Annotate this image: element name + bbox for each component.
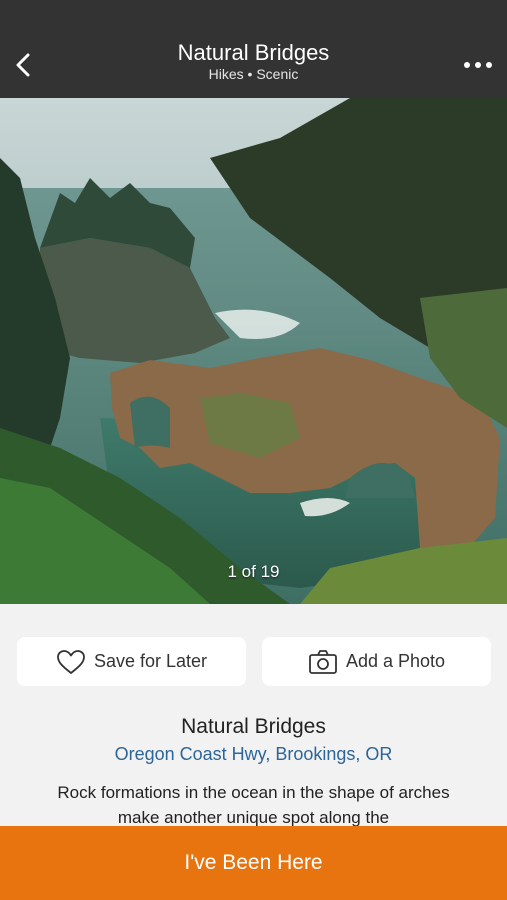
hero-photo-gallery[interactable]: 1 of 19 <box>0 98 507 604</box>
header-titles: Natural Bridges Hikes • Scenic <box>0 40 507 83</box>
more-horizontal-icon <box>464 62 492 68</box>
place-description: Rock formations in the ocean in the shap… <box>57 783 450 827</box>
hero-photo <box>0 98 507 604</box>
place-address-link[interactable]: Oregon Coast Hwy, Brookings, OR <box>0 742 507 766</box>
place-info: Natural Bridges Oregon Coast Hwy, Brooki… <box>0 712 507 830</box>
add-photo-button[interactable]: Add a Photo <box>262 637 491 686</box>
add-photo-label: Add a Photo <box>345 651 446 671</box>
top-nav-bar: Natural Bridges Hikes • Scenic <box>0 0 507 98</box>
page-title: Natural Bridges <box>177 40 330 65</box>
more-options-button[interactable] <box>463 55 493 75</box>
photo-counter: 1 of 19 <box>227 562 280 581</box>
page-subtitle: Hikes • Scenic <box>208 66 299 82</box>
been-here-button[interactable]: I've Been Here <box>0 826 507 900</box>
heart-outline-icon <box>57 649 85 674</box>
action-buttons-row: Save for Later Add a Photo <box>0 604 507 694</box>
been-here-label: I've Been Here <box>184 851 323 874</box>
save-for-later-button[interactable]: Save for Later <box>17 637 246 686</box>
camera-icon <box>309 649 337 674</box>
place-name: Natural Bridges <box>181 715 326 738</box>
save-for-later-label: Save for Later <box>93 651 208 671</box>
